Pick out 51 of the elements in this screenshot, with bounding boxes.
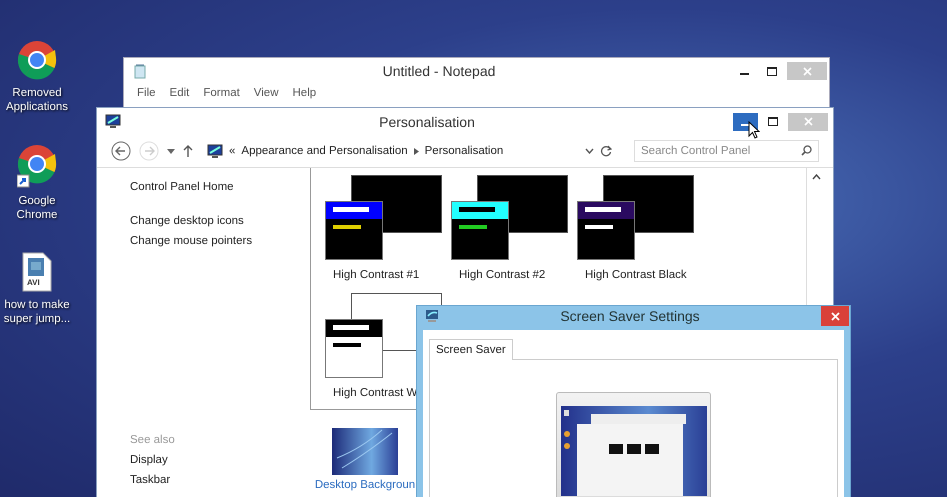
sidebar-link[interactable]: Change mouse pointers (130, 235, 310, 247)
screen-saver-icon (425, 308, 439, 324)
window-title: Untitled - Notepad (382, 63, 496, 79)
sidebar-link[interactable]: Control Panel Home (130, 181, 310, 193)
menu-item[interactable]: Edit (162, 84, 196, 102)
close-icon (830, 312, 840, 320)
theme-preview-drawing[interactable] (325, 175, 443, 261)
refresh-icon[interactable] (600, 145, 612, 157)
back-icon[interactable] (111, 141, 131, 161)
scroll-up-icon[interactable] (812, 174, 820, 180)
breadcrumb-item[interactable]: Personalisation (424, 145, 504, 157)
breadcrumb-item[interactable]: Appearance and Personalisation (241, 145, 408, 157)
dialog-title: Screen Saver Settings (559, 308, 701, 324)
desktop-icon-label[interactable]: Google Chrome (0, 194, 74, 222)
file-type-label: AVI (27, 278, 40, 287)
close-icon (804, 117, 812, 126)
theme-name[interactable]: High Contrast #1 (333, 269, 420, 281)
menu-item[interactable]: Help (286, 84, 324, 102)
sidebar-link[interactable]: Change desktop icons (130, 215, 310, 227)
desktop-icon-label[interactable]: how to make super jump... (0, 298, 74, 326)
menu-item[interactable]: Format (196, 84, 247, 102)
search-icon (801, 145, 812, 156)
chrome-shortcut-icon (17, 144, 57, 188)
theme-preview-drawing[interactable] (451, 175, 569, 261)
sidebar-link[interactable]: Taskbar (130, 474, 310, 486)
desktop-background-link[interactable]: Desktop Backgroun (314, 479, 416, 491)
menu-item[interactable]: File (130, 84, 163, 102)
chrome-logo-icon (17, 40, 57, 80)
breadcrumb-overflow[interactable]: « (229, 145, 236, 157)
theme-name[interactable]: High Contrast Black (585, 269, 687, 281)
menu-item[interactable]: View (246, 84, 286, 102)
monitor-icon (105, 114, 121, 129)
search-field[interactable]: Search Control Panel (634, 140, 819, 162)
desktop-icon-label[interactable]: Removed Applications (0, 86, 74, 114)
breadcrumb-arrow-icon (414, 148, 419, 154)
video-file-icon (22, 252, 52, 292)
theme-name[interactable]: High Contrast #2 (459, 269, 546, 281)
chevron-down-icon[interactable] (585, 148, 594, 154)
section-heading: See also (130, 434, 176, 446)
notepad-icon (134, 64, 146, 78)
monitor-icon (207, 144, 223, 158)
close-button[interactable] (821, 306, 849, 326)
wallpaper-thumbnail[interactable] (332, 428, 398, 475)
sidebar-link[interactable]: Display (130, 454, 310, 466)
mouse-pointer-icon (748, 121, 760, 139)
up-arrow-icon[interactable] (183, 145, 193, 157)
window-title: Personalisation (378, 114, 476, 130)
close-icon (802, 66, 812, 76)
tab[interactable]: Screen Saver (429, 339, 513, 360)
dropdown-caret-icon[interactable] (167, 148, 175, 154)
theme-preview-drawing[interactable] (577, 175, 695, 261)
